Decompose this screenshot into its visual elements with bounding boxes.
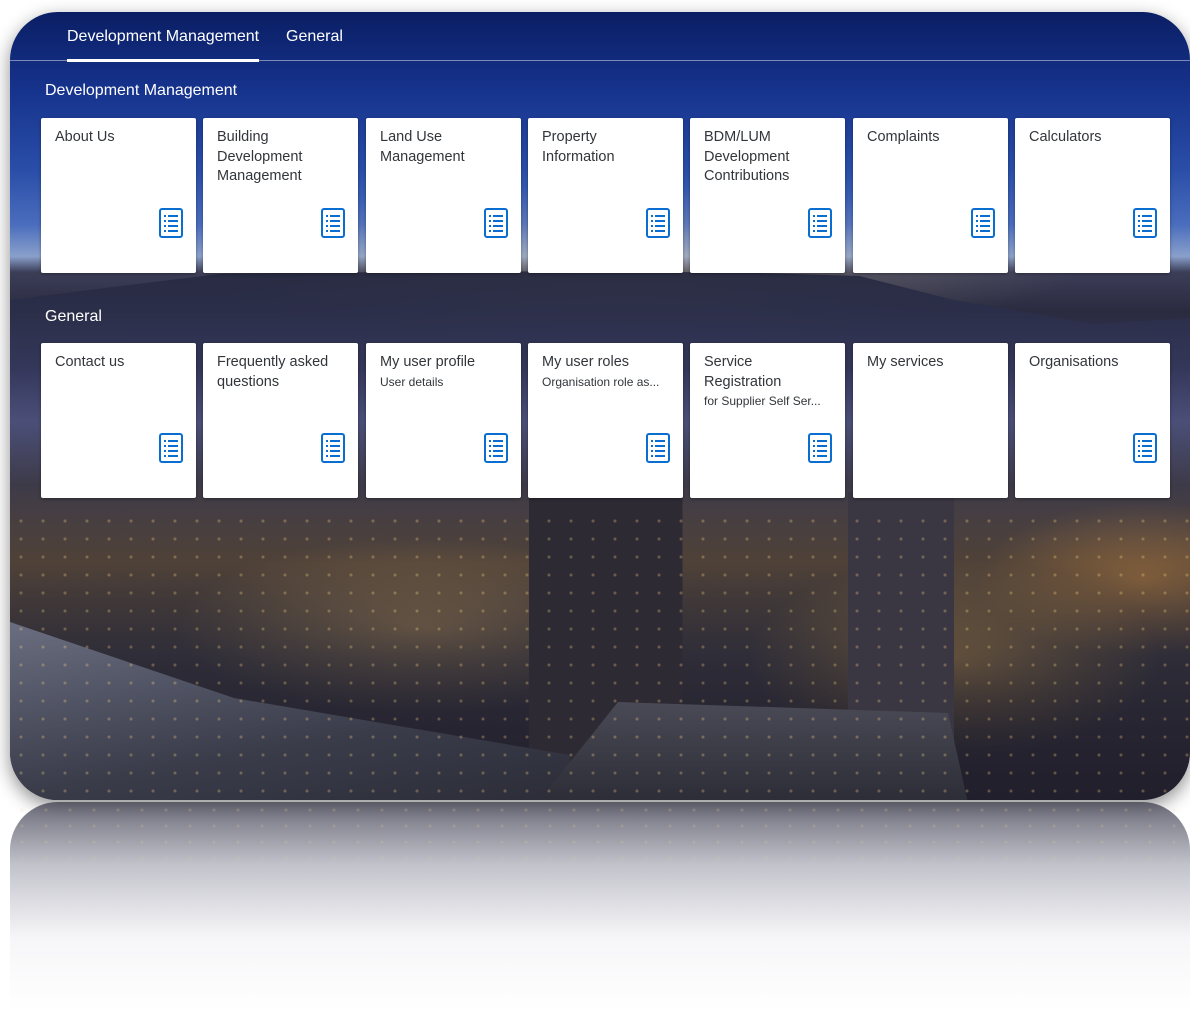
tile-contact-us[interactable]: Contact us <box>41 343 196 498</box>
list-icon <box>1133 433 1157 463</box>
tile-property-information[interactable]: Property Information <box>528 118 683 273</box>
tile-title: Frequently asked questions <box>217 354 329 390</box>
tile-title: My user profile <box>380 354 476 370</box>
tile-title: Service Registration <box>704 354 782 390</box>
tile-title: BDM/LUM Development Contributions <box>704 129 790 184</box>
list-icon <box>484 433 508 463</box>
list-icon <box>159 208 183 238</box>
tile-organisations[interactable]: Organisations <box>1015 343 1170 498</box>
anchor-nav-bar: Development Management General <box>10 12 1190 62</box>
list-icon <box>159 433 183 463</box>
tile-about-us[interactable]: About Us <box>41 118 196 273</box>
tab-development-management[interactable]: Development Management <box>67 12 260 62</box>
tile-subtitle: Organisation role as... <box>542 374 660 389</box>
tile-title: Property Information <box>542 129 615 165</box>
tile-title: My services <box>867 354 944 370</box>
list-icon <box>1133 208 1157 238</box>
tile-calculators[interactable]: Calculators <box>1015 118 1170 273</box>
reflection-lights <box>10 802 1190 942</box>
tile-title: Calculators <box>1029 129 1102 145</box>
tile-title: Building Development Management <box>217 129 303 184</box>
list-icon <box>971 208 995 238</box>
tile-title: Contact us <box>55 354 125 370</box>
tile-bdm-lum-development-contributions[interactable]: BDM/LUM Development Contributions <box>690 118 845 273</box>
tile-subtitle: User details <box>380 374 444 389</box>
tile-land-use-management[interactable]: Land Use Management <box>366 118 521 273</box>
list-icon <box>484 208 508 238</box>
list-icon <box>808 433 832 463</box>
tab-general[interactable]: General <box>286 12 343 61</box>
tile-title: Organisations <box>1029 354 1119 370</box>
tile-title: Complaints <box>867 129 940 145</box>
tile-my-user-roles[interactable]: My user roles Organisation role as... <box>528 343 683 498</box>
list-icon <box>646 208 670 238</box>
list-icon <box>808 208 832 238</box>
list-icon <box>321 433 345 463</box>
tile-frequently-asked-questions[interactable]: Frequently asked questions <box>203 343 358 498</box>
tile-title: My user roles <box>542 354 630 370</box>
tile-complaints[interactable]: Complaints <box>853 118 1008 273</box>
list-icon <box>321 208 345 238</box>
tile-building-development-management[interactable]: Building Development Management <box>203 118 358 273</box>
background-city-lights <box>10 512 1190 800</box>
section-title: Development Management <box>45 82 238 99</box>
tile-title: About Us <box>55 129 115 145</box>
launchpad-frame: Development Management General Developme… <box>10 12 1190 800</box>
list-icon <box>646 433 670 463</box>
section-title: General <box>45 308 102 325</box>
tile-my-services[interactable]: My services <box>853 343 1008 498</box>
tile-my-user-profile[interactable]: My user profile User details <box>366 343 521 498</box>
tile-subtitle: for Supplier Self Ser... <box>704 394 821 408</box>
tile-service-registration[interactable]: Service Registration for Supplier Self Se… <box>690 343 845 498</box>
tile-title: Land Use Management <box>380 129 465 165</box>
